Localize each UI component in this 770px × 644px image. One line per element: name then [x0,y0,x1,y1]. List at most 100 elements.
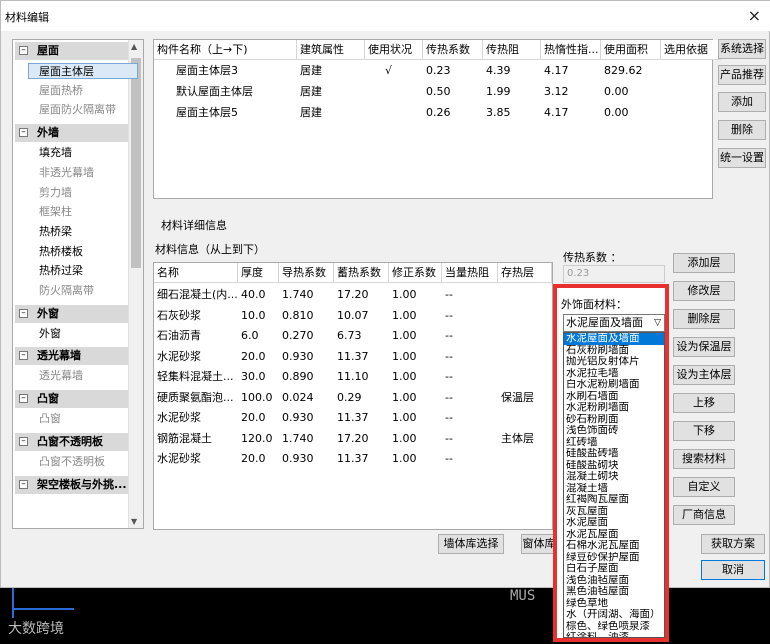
table-cell[interactable]: 水泥砂浆 [154,408,238,428]
tree-scrollbar[interactable]: ▲ ▼ [128,40,143,528]
table-cell[interactable]: 硬质聚氨酯泡... [154,388,238,408]
column-header[interactable]: 使用面积 [601,40,661,60]
column-header[interactable]: 构件名称（上→下) [154,40,297,60]
table-cell[interactable]: 屋面主体层5 [154,103,297,123]
tree-item[interactable]: 热桥过梁 [39,263,83,279]
dropdown-option[interactable]: 硅酸盐砖墙 [564,448,664,460]
tree-item[interactable]: 热桥梁 [39,224,72,240]
tree-item[interactable]: 凸窗 [39,411,61,427]
action-button[interactable]: 删除 [718,120,766,140]
dropdown-option[interactable]: 水泥瓦屋面 [564,529,664,541]
chevron-down-icon[interactable]: ▽ [654,315,661,331]
collapse-icon[interactable]: – [19,479,28,489]
table-cell[interactable]: 轻集料混凝土... [154,367,238,387]
dropdown-option[interactable]: 棕色、绿色喷泉漆 [564,621,664,633]
column-header[interactable]: 导热系数 [279,263,334,283]
collapse-icon[interactable]: – [19,351,28,361]
wall-library-button[interactable]: 墙体库选择 [438,534,504,554]
tree-item[interactable]: 非透光幕墙 [39,165,94,181]
column-header[interactable]: 热惰性指... [541,40,601,60]
dropdown-option[interactable]: 红砖墙 [564,437,664,449]
window-library-button[interactable]: 窗体库 [521,534,557,554]
table-cell[interactable]: 石灰砂浆 [154,306,238,326]
tree-item[interactable]: 屋面防火隔离带 [39,102,116,118]
dropdown-option[interactable]: 石棉水泥瓦屋面 [564,540,664,552]
layer-button[interactable]: 厂商信息 [673,505,735,525]
scroll-down-icon[interactable]: ▼ [131,517,137,526]
table-cell[interactable]: 屋面主体层3 [154,61,297,81]
close-icon[interactable]: × [748,6,761,25]
tree-group[interactable]: – 透光幕墙 [15,347,128,366]
dropdown-option[interactable]: 水泥屋面 [564,517,664,529]
collapse-icon[interactable]: – [19,46,28,55]
table-cell[interactable]: 水泥砂浆 [154,347,238,367]
dropdown-option[interactable]: 水刷石墙面 [564,391,664,403]
dropdown-option[interactable]: 黑色油毡屋面 [564,586,664,598]
layer-button[interactable]: 设为保温层 [673,337,735,357]
tree-group[interactable]: – 凸窗 [15,390,128,409]
column-header[interactable]: 修正系数 [389,263,442,283]
dropdown-option[interactable]: 混凝土砌块 [564,471,664,483]
tree-group[interactable]: – 外窗 [15,304,128,323]
dropdown-option[interactable]: 水（开阔湖、海面） [564,609,664,621]
dropdown-option[interactable]: 水泥粉刷墙面 [564,402,664,414]
layer-button[interactable]: 自定义 [673,477,735,497]
tree-item[interactable]: 剪力墙 [39,185,72,201]
table-cell[interactable]: 细石混凝土(内... [154,285,238,305]
dropdown-option[interactable]: 水泥屋面及墙面 [564,333,664,345]
dropdown-option[interactable]: 红褐陶瓦屋面 [564,494,664,506]
column-header[interactable]: 传热阻 [483,40,541,60]
category-tree[interactable]: ▲ ▼ – 屋面屋面主体层屋面热桥屋面防火隔离带 – 外墙填充墙非透光幕墙剪力墙框架柱… [12,39,144,529]
action-button[interactable]: 系统选择 [718,39,766,59]
collapse-icon[interactable]: – [19,436,28,446]
tree-item[interactable]: 框架柱 [39,204,72,220]
table-cell[interactable]: 钢筋混凝土 [154,429,238,449]
dropdown-option[interactable]: 抛光铝反射体片 [564,356,664,368]
tree-item[interactable]: 防火隔离带 [39,283,94,299]
get-plan-button[interactable]: 获取方案 [701,534,765,554]
tree-item[interactable]: 屋面热桥 [39,83,83,99]
tree-group[interactable]: – 凸窗不透明板 [15,432,128,451]
table-cell[interactable]: 水泥砂浆 [154,449,238,469]
collapse-icon[interactable]: – [19,128,28,138]
dropdown-option[interactable]: 白水泥粉刷墙面 [564,379,664,391]
column-header[interactable]: 名称 [154,263,238,283]
tree-group[interactable]: – 外墙 [15,124,128,143]
column-header[interactable]: 当量热阻 [442,263,498,283]
tree-item[interactable]: 填充墙 [39,145,72,161]
dropdown-option[interactable]: 灰瓦屋面 [564,506,664,518]
action-button[interactable]: 产品推荐 [718,65,766,85]
tree-item[interactable]: 透光幕墙 [39,368,83,384]
tree-group[interactable]: – 屋面 [15,42,128,60]
dropdown-option[interactable]: 混凝土墙 [564,483,664,495]
dropdown-option[interactable]: 浅色饰面砖 [564,425,664,437]
column-header[interactable]: 建筑属性 [297,40,365,60]
dropdown-option[interactable]: 硅酸盐砌块 [564,460,664,472]
column-header[interactable]: 传热系数 [423,40,483,60]
dropdown-option[interactable]: 浅色油毡屋面 [564,575,664,587]
dropdown-option[interactable]: 白石子屋面 [564,563,664,575]
column-header[interactable]: 蓄热系数 [334,263,389,283]
column-header[interactable]: 存热层 [498,263,552,283]
layer-button[interactable]: 删除层 [673,309,735,329]
scroll-up-icon[interactable]: ▲ [131,42,137,51]
cancel-button[interactable]: 取消 [701,560,765,580]
finish-material-options[interactable]: 水泥屋面及墙面 石灰粉刷墙面 抛光铝反射体片 水泥拉毛墙 白水泥粉刷墙面 水刷石墙面 水泥粉… [563,332,665,638]
dropdown-option[interactable]: 砂石粉刷面 [564,414,664,426]
dropdown-option[interactable]: 红涂料、油漆 [564,632,664,637]
tree-group[interactable]: – 架空楼板与外挑... [15,475,128,494]
layer-button[interactable]: 上移 [673,393,735,413]
collapse-icon[interactable]: – [19,308,28,318]
layer-button[interactable]: 设为主体层 [673,365,735,385]
dropdown-option[interactable]: 石灰粉刷墙面 [564,345,664,357]
tree-item[interactable]: 凸窗不透明板 [39,454,105,470]
table-cell[interactable]: 石油沥青 [154,326,238,346]
column-header[interactable]: 选用依据 [661,40,721,60]
column-header[interactable]: 使用状况 [365,40,423,60]
dropdown-option[interactable]: 绿色草地 [564,598,664,610]
tree-item[interactable]: 屋面主体层 [28,63,138,79]
action-button[interactable]: 添加 [718,92,766,112]
table-cell[interactable]: 默认屋面主体层 [154,82,297,102]
layer-button[interactable]: 下移 [673,421,735,441]
collapse-icon[interactable]: – [19,394,28,404]
